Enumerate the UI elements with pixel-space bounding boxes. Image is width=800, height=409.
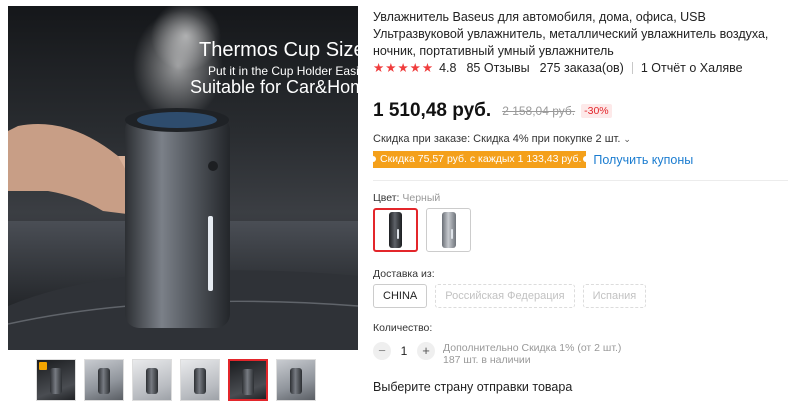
extra-discount-text: Дополнительно Скидка 1% (от 2 шт.) — [443, 342, 622, 354]
product-title: Увлажнитель Baseus для автомобиля, дома,… — [373, 10, 769, 58]
star-icon: ★ — [397, 61, 409, 75]
overlay-tagline: Suitable for Car&Home — [190, 77, 358, 97]
rating-value: 4.8 — [439, 61, 457, 75]
thumbnail-3[interactable] — [132, 359, 172, 401]
quantity-stepper: − 1 + Дополнительно Скидка 1% (от 2 шт.)… — [373, 342, 621, 366]
overlay-headline: Thermos Cup Size — [199, 39, 358, 61]
thumbnail-product-icon — [50, 368, 62, 394]
quantity-value[interactable]: 1 — [391, 342, 417, 360]
thumbnail-product-icon — [146, 368, 158, 394]
color-option-grey[interactable] — [426, 208, 471, 252]
overlay-subline: Put it in the Cup Holder Easily — [208, 64, 358, 78]
thumbnail-product-icon — [290, 368, 302, 394]
reports-link[interactable]: 1 Отчёт о Халяве — [641, 61, 743, 75]
reviews-link[interactable]: 85 Отзывы — [466, 61, 529, 75]
shipping-label: Доставка из: — [373, 268, 435, 280]
thumbnail-2[interactable] — [84, 359, 124, 401]
brand-badge-icon — [39, 362, 47, 370]
thumbnail-strip — [36, 359, 316, 401]
star-icon: ★ — [373, 61, 385, 75]
coupon-tag: Скидка 75,57 руб. с каждых 1 133,43 руб. — [369, 151, 590, 168]
thumbnail-5-active[interactable] — [228, 359, 268, 401]
thumbnail-4[interactable] — [180, 359, 220, 401]
increase-quantity-button[interactable]: + — [417, 342, 435, 360]
ship-option-china[interactable]: CHINA — [373, 284, 428, 308]
selected-color: Черный — [402, 192, 441, 204]
thumbnail-6[interactable] — [276, 359, 316, 401]
divider — [631, 62, 633, 74]
shipping-options: CHINA Российская Федерация Испания — [373, 284, 647, 308]
section-divider — [373, 180, 788, 181]
price-row: 1 510,48 руб. 2 158,04 руб. -30% — [373, 100, 612, 122]
decrease-quantity-button[interactable]: − — [373, 342, 391, 360]
chevron-down-icon: ⌄ — [623, 133, 631, 144]
color-swatches — [373, 208, 471, 252]
coupon-row: Скидка 75,57 руб. с каждых 1 133,43 руб.… — [369, 151, 693, 168]
stock-text: 187 шт. в наличии — [443, 354, 531, 366]
quantity-label: Количество: — [373, 322, 433, 334]
get-coupons-link[interactable]: Получить купоны — [593, 153, 693, 167]
bulk-discount[interactable]: Скидка при заказе: Скидка 4% при покупке… — [373, 133, 631, 145]
thumbnail-product-icon — [98, 368, 110, 394]
main-product-image[interactable]: Thermos Cup Size Put it in the Cup Holde… — [8, 6, 358, 350]
thumbnail-product-icon — [242, 369, 254, 395]
quantity-info: Дополнительно Скидка 1% (от 2 шт.) 187 ш… — [443, 342, 621, 366]
bulk-discount-text: Скидка при заказе: Скидка 4% при покупке… — [373, 133, 621, 145]
ship-option-russia: Российская Федерация — [435, 284, 575, 308]
star-icon: ★ — [409, 61, 421, 75]
rating-row: ★ ★ ★ ★ ★ 4.8 85 Отзывы 275 заказа(ов) 1… — [373, 61, 743, 75]
discount-badge: -30% — [581, 104, 612, 118]
thumbnail-1[interactable] — [36, 359, 76, 401]
color-label-text: Цвет: — [373, 192, 400, 204]
star-icon: ★ — [385, 61, 397, 75]
ship-from-prompt: Выберите страну отправки товара — [373, 380, 573, 394]
color-label: Цвет: Черный — [373, 192, 440, 204]
product-variant-icon — [441, 212, 456, 248]
star-icon: ★ — [421, 61, 434, 75]
current-price: 1 510,48 руб. — [373, 100, 492, 121]
rating-stars[interactable]: ★ ★ ★ ★ ★ — [373, 61, 434, 75]
thumbnail-product-icon — [194, 368, 206, 394]
old-price: 2 158,04 руб. — [502, 104, 576, 118]
orders-count: 275 заказа(ов) — [539, 61, 624, 75]
ship-option-spain: Испания — [582, 284, 647, 308]
color-option-black[interactable] — [373, 208, 418, 252]
product-variant-icon — [389, 212, 402, 248]
